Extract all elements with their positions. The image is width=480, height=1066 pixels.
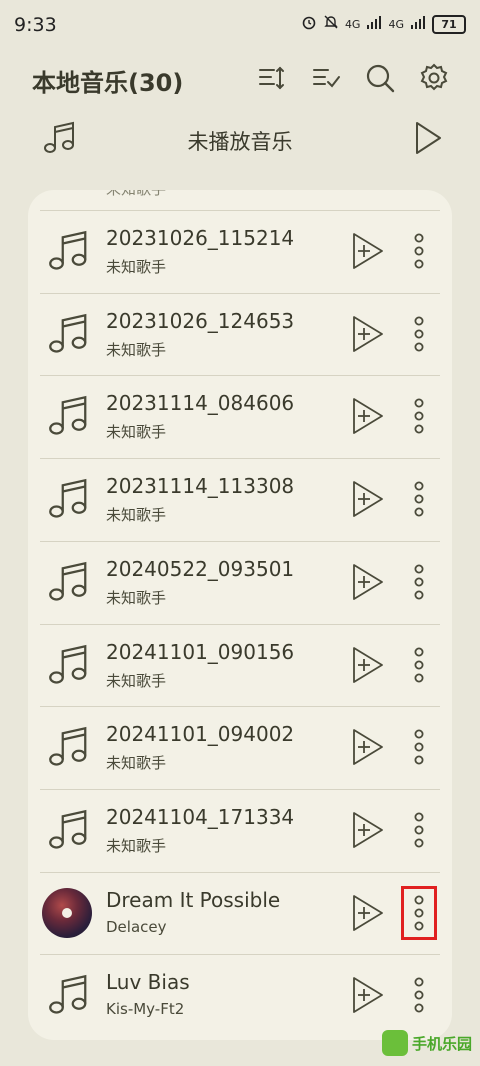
music-note-icon bbox=[44, 805, 94, 855]
list-item[interactable]: 20241101_090156 未知歌手 bbox=[28, 623, 452, 706]
play-next-icon[interactable] bbox=[346, 477, 390, 521]
list-item[interactable]: Luv Bias Kis-My-Ft2 bbox=[28, 954, 452, 1036]
play-next-icon[interactable] bbox=[346, 394, 390, 438]
row-divider bbox=[40, 871, 440, 873]
play-next-icon[interactable] bbox=[346, 229, 390, 273]
row-divider bbox=[40, 458, 440, 460]
sort-icon[interactable] bbox=[254, 60, 290, 96]
more-options-icon[interactable] bbox=[406, 643, 432, 687]
header: 本地音乐(30) bbox=[0, 56, 480, 104]
song-title: 20231026_124653 bbox=[106, 308, 295, 333]
play-next-icon[interactable] bbox=[346, 312, 390, 356]
song-title: Dream It Possible bbox=[106, 887, 281, 912]
music-note-icon bbox=[44, 391, 94, 441]
song-title: 20241101_090156 bbox=[106, 639, 295, 664]
song-title: 20240522_093501 bbox=[106, 556, 295, 581]
list-item[interactable]: 20231026_124653 未知歌手 bbox=[28, 292, 452, 375]
song-artist: Kis-My-Ft2 bbox=[106, 1000, 185, 1019]
music-note-icon bbox=[44, 557, 94, 607]
music-note-icon bbox=[44, 970, 94, 1020]
row-divider bbox=[40, 292, 440, 294]
partial-row-artist: 未知歌手 bbox=[106, 190, 166, 199]
list-item[interactable]: 20231114_113308 未知歌手 bbox=[28, 458, 452, 540]
more-options-icon[interactable] bbox=[406, 560, 432, 604]
row-divider bbox=[40, 954, 440, 956]
status-bar: 9:33 4G 4G 71 bbox=[0, 0, 480, 52]
network-4g-label: 4G bbox=[344, 17, 361, 31]
row-divider bbox=[40, 788, 440, 790]
song-title: 20231114_084606 bbox=[106, 391, 295, 416]
alarm-icon bbox=[301, 14, 317, 34]
song-artist: 未知歌手 bbox=[106, 340, 167, 359]
list-item[interactable]: 20241101_094002 未知歌手 bbox=[28, 706, 452, 788]
list-item[interactable]: 20240522_093501 未知歌手 bbox=[28, 540, 452, 623]
song-list: 未知歌手 20231026_115214 未知歌手 20231026_124653 未… bbox=[28, 190, 452, 1040]
more-options-icon[interactable] bbox=[401, 885, 437, 940]
song-artist: 未知歌手 bbox=[106, 506, 167, 525]
play-next-icon[interactable] bbox=[346, 891, 390, 935]
song-artist: 未知歌手 bbox=[106, 588, 167, 607]
more-options-icon[interactable] bbox=[406, 394, 432, 438]
settings-icon[interactable] bbox=[416, 60, 452, 96]
more-options-icon[interactable] bbox=[406, 725, 432, 769]
page-title: 本地音乐(30) bbox=[32, 69, 184, 97]
watermark: 手机乐园 bbox=[381, 1030, 472, 1056]
play-icon[interactable] bbox=[412, 118, 444, 162]
play-next-icon[interactable] bbox=[346, 725, 390, 769]
song-title: 20241101_094002 bbox=[106, 722, 295, 747]
header-actions bbox=[254, 60, 452, 96]
song-artist: Delacey bbox=[106, 917, 167, 936]
song-title: Luv Bias bbox=[106, 970, 190, 995]
song-artist: 未知歌手 bbox=[106, 754, 167, 773]
row-divider bbox=[40, 623, 440, 625]
play-next-icon[interactable] bbox=[346, 808, 390, 852]
song-title: 20231114_113308 bbox=[106, 474, 295, 499]
more-options-icon[interactable] bbox=[406, 312, 432, 356]
music-note-icon bbox=[44, 722, 94, 772]
song-artist: 未知歌手 bbox=[106, 258, 167, 276]
music-note-icon bbox=[44, 640, 94, 690]
row-divider bbox=[40, 210, 440, 211]
song-artist: 未知歌手 bbox=[106, 671, 167, 690]
status-time: 9:33 bbox=[14, 14, 57, 36]
row-divider bbox=[40, 706, 440, 708]
more-options-icon[interactable] bbox=[406, 477, 432, 521]
list-item[interactable]: Dream It Possible Delacey bbox=[28, 871, 452, 954]
row-divider bbox=[40, 375, 440, 377]
list-item[interactable]: 20241104_171334 未知歌手 bbox=[28, 788, 452, 871]
watermark-logo-icon bbox=[381, 1030, 408, 1056]
unplayed-music-label: 未播放音乐 bbox=[187, 130, 293, 154]
song-artist: 未知歌手 bbox=[106, 423, 167, 442]
battery-icon: 71 bbox=[432, 14, 466, 34]
song-artist: 未知歌手 bbox=[106, 836, 167, 855]
mute-icon bbox=[323, 14, 339, 34]
album-art bbox=[42, 887, 92, 938]
music-note-icon bbox=[44, 474, 94, 524]
unplayed-music-row[interactable]: 未播放音乐 bbox=[0, 112, 480, 168]
more-options-icon[interactable] bbox=[406, 229, 432, 273]
search-icon[interactable] bbox=[362, 60, 398, 96]
play-next-icon[interactable] bbox=[346, 973, 390, 1017]
song-title: 20231026_115214 bbox=[106, 226, 295, 250]
music-note-icon bbox=[44, 309, 94, 359]
signal-icon bbox=[366, 15, 382, 34]
music-note-icon bbox=[44, 226, 94, 276]
play-next-icon[interactable] bbox=[346, 560, 390, 604]
list-item[interactable]: 20231114_084606 未知歌手 bbox=[28, 375, 452, 457]
signal-icon-2 bbox=[410, 15, 426, 34]
play-next-icon[interactable] bbox=[346, 643, 390, 687]
network-4g-label-2: 4G bbox=[388, 17, 404, 31]
multi-select-icon[interactable] bbox=[308, 60, 344, 96]
more-options-icon[interactable] bbox=[406, 808, 432, 852]
row-divider bbox=[40, 540, 440, 542]
list-item[interactable]: 20231026_115214 未知歌手 bbox=[28, 210, 452, 292]
song-title: 20241104_171334 bbox=[106, 804, 295, 829]
watermark-text: 手机乐园 bbox=[411, 1034, 472, 1053]
more-options-icon[interactable] bbox=[406, 973, 432, 1017]
status-icons: 4G 4G 71 bbox=[301, 14, 466, 34]
